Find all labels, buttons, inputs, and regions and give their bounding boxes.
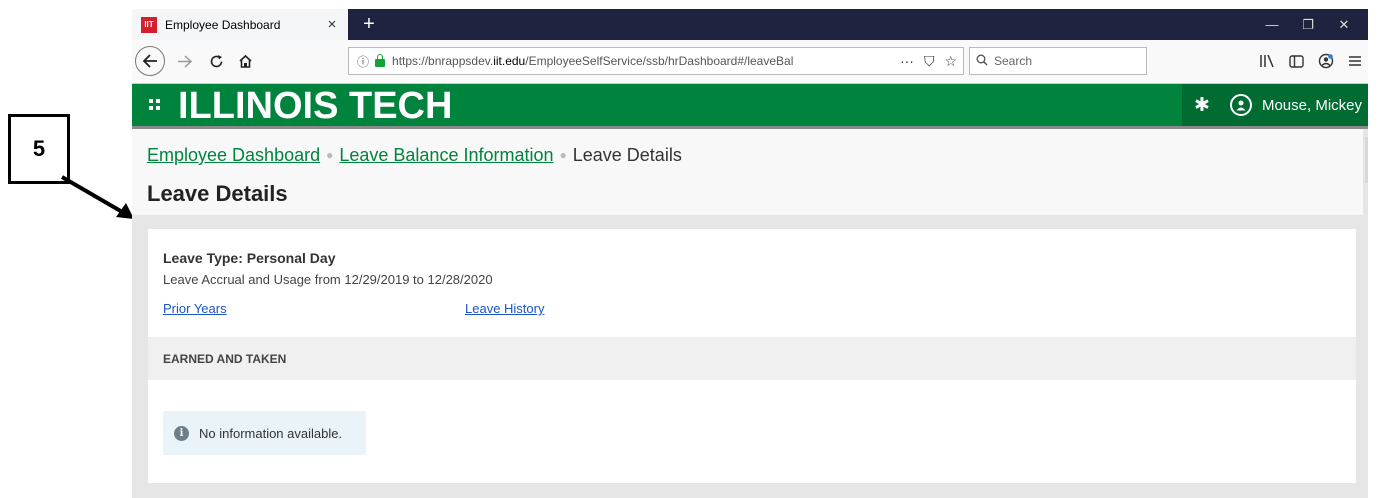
toolbar-right — [1259, 46, 1362, 76]
user-name[interactable]: Mouse, Mickey — [1262, 97, 1362, 114]
url-domain: iit.edu — [493, 54, 526, 68]
menu-icon[interactable] — [1348, 55, 1362, 67]
close-window-icon[interactable]: ✕ — [1326, 9, 1362, 40]
minimize-icon[interactable]: — — [1254, 9, 1290, 40]
iit-favicon-icon: IIT — [141, 16, 157, 33]
library-icon[interactable] — [1259, 54, 1275, 68]
restore-icon[interactable]: ❐ — [1290, 9, 1326, 40]
leave-details-card: Leave Type: Personal Day Leave Accrual a… — [148, 229, 1356, 483]
url-actions: ··· ⛉ ☆ — [900, 53, 957, 70]
forward-button[interactable] — [172, 46, 196, 76]
notice-text: No information available. — [199, 425, 343, 441]
reload-button[interactable] — [204, 46, 228, 76]
page-title: Leave Details — [147, 181, 288, 206]
breadcrumb-current: Leave Details — [572, 145, 682, 165]
info-icon[interactable]: ⓘ — [357, 53, 369, 70]
more-actions-icon[interactable]: ··· — [900, 53, 914, 70]
tab-title: Employee Dashboard — [165, 17, 281, 32]
new-tab-button[interactable]: + — [357, 9, 381, 40]
search-bar[interactable]: Search — [969, 47, 1147, 75]
url-prefix: https://bnrappsdev. — [392, 54, 494, 68]
section-title: EARNED AND TAKEN — [163, 352, 287, 366]
sidebar-icon[interactable] — [1289, 54, 1304, 68]
gear-icon[interactable]: ✱ — [1182, 84, 1222, 126]
breadcrumb-employee-dashboard[interactable]: Employee Dashboard — [147, 145, 320, 165]
navigation-bar: ⓘ https://bnrappsdev.iit.edu/EmployeeSel… — [132, 40, 1368, 84]
info-circle-icon: i — [174, 425, 189, 441]
page-header: Employee Dashboard ● Leave Balance Informa… — [132, 129, 1363, 215]
prior-years-link[interactable]: Prior Years — [163, 301, 227, 316]
app-grid-icon[interactable] — [149, 99, 160, 110]
breadcrumb-separator: ● — [559, 148, 567, 162]
leave-type: Leave Type: Personal Day — [163, 250, 336, 266]
scrollbar[interactable] — [1365, 137, 1368, 183]
url-bar[interactable]: ⓘ https://bnrappsdev.iit.edu/EmployeeSel… — [348, 47, 964, 75]
bookmark-star-icon[interactable]: ☆ — [944, 53, 957, 70]
url-path: /EmployeeSelfService/ssb/hrDashboard#/le… — [525, 54, 794, 68]
forward-arrow-icon — [177, 54, 192, 68]
home-icon — [238, 54, 252, 68]
back-arrow-icon — [142, 54, 157, 68]
callout-number: 5 — [32, 136, 46, 161]
account-icon[interactable] — [1318, 53, 1334, 69]
no-information-notice: i No information available. — [163, 411, 366, 455]
tab-employee-dashboard[interactable]: IIT Employee Dashboard × — [132, 9, 348, 40]
home-button[interactable] — [233, 46, 257, 76]
search-icon — [976, 54, 988, 69]
callout-arrow — [60, 175, 134, 219]
user-avatar-icon[interactable] — [1229, 94, 1252, 116]
url-text[interactable]: https://bnrappsdev.iit.edu/EmployeeSelfS… — [392, 54, 832, 68]
search-placeholder: Search — [994, 54, 1033, 68]
browser-window: IIT Employee Dashboard × + — ❐ ✕ ⓘ https… — [132, 9, 1368, 498]
breadcrumb: Employee Dashboard ● Leave Balance Informa… — [147, 145, 682, 166]
lock-icon — [375, 54, 386, 67]
illinois-tech-logo[interactable]: ILLINOIS TECH — [178, 85, 452, 127]
pocket-icon[interactable]: ⛉ — [924, 53, 935, 70]
back-button[interactable] — [135, 46, 165, 76]
accrual-period: Leave Accrual and Usage from 12/29/2019 … — [163, 272, 493, 287]
header-right: ✱ Mouse, Mickey — [1181, 84, 1368, 126]
callout-number-box: 5 — [8, 114, 70, 184]
breadcrumb-leave-balance[interactable]: Leave Balance Information — [339, 145, 553, 165]
earned-taken-section-header: EARNED AND TAKEN — [148, 337, 1356, 380]
site-header: ILLINOIS TECH ✱ Mouse, Mickey — [132, 84, 1368, 129]
leave-history-link[interactable]: Leave History — [465, 301, 544, 316]
tab-close-icon[interactable]: × — [322, 16, 342, 33]
tab-bar: IIT Employee Dashboard × + — ❐ ✕ — [132, 9, 1368, 40]
window-controls: — ❐ ✕ — [1254, 9, 1362, 40]
reload-icon — [210, 54, 222, 67]
breadcrumb-separator: ● — [326, 148, 334, 162]
